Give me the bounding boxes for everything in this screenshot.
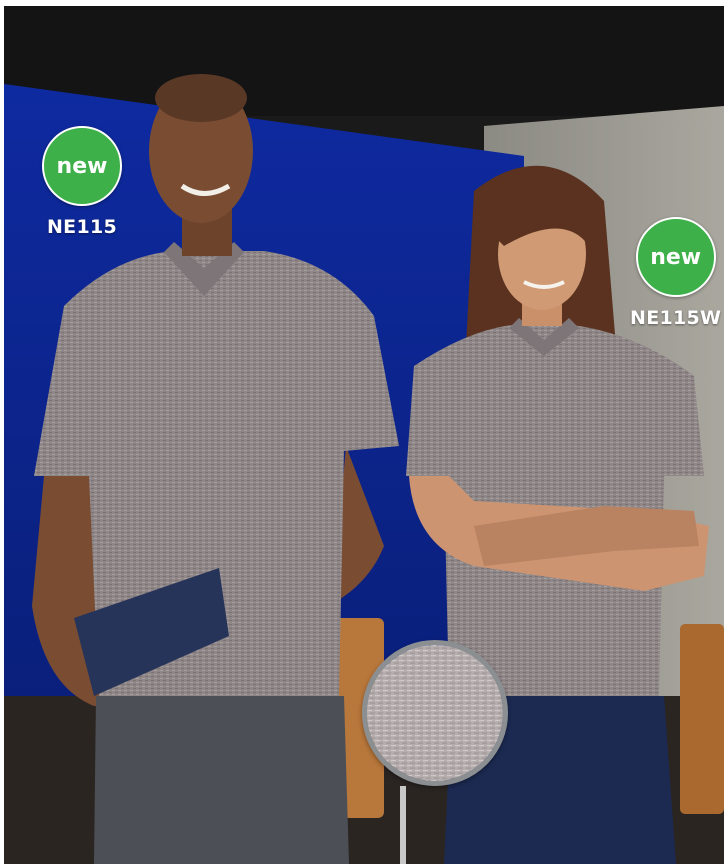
product-label-ne115w: new NE115W [630,217,721,329]
fabric-texture [367,645,503,781]
product-code: NE115 [46,216,118,238]
chair-leg [400,786,406,864]
catalog-photo: new NE115 new NE115W [0,0,724,864]
fabric-swatch [362,640,508,786]
product-label-ne115: new NE115 [42,126,122,238]
new-badge: new [635,217,716,297]
photo-scene: new NE115 new NE115W [4,6,724,864]
new-badge: new [42,126,122,206]
product-code: NE115W [630,307,722,329]
chair-back-2 [680,624,724,814]
